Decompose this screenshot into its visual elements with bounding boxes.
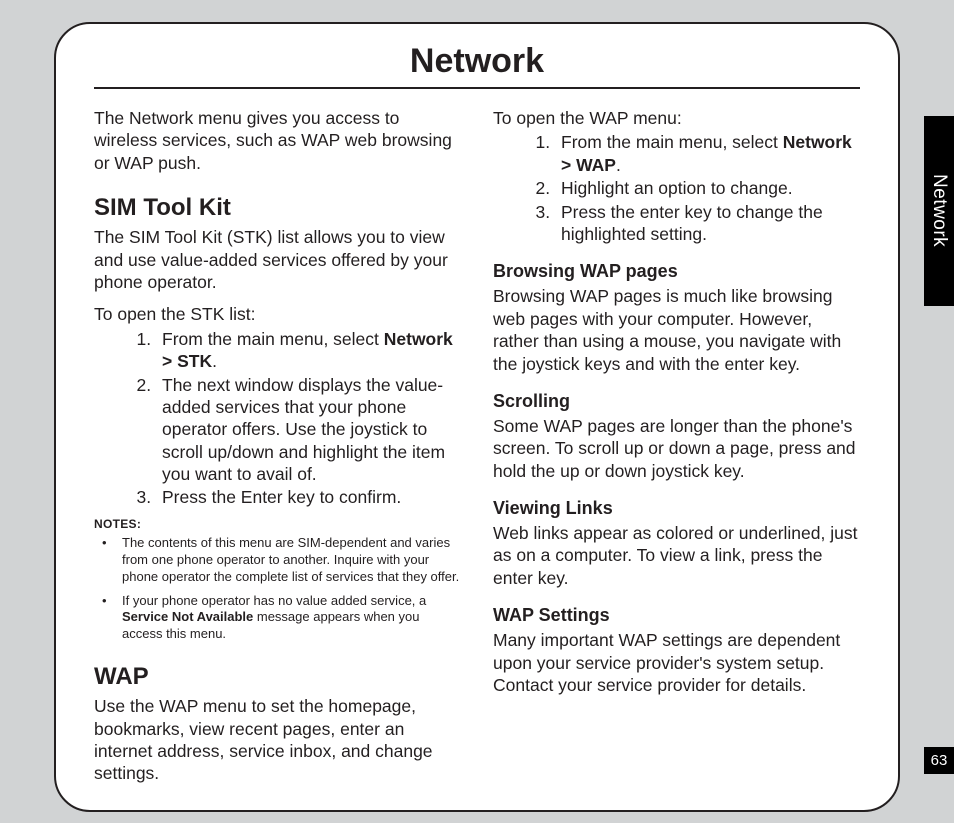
stk-step-1: From the main menu, select Network > STK… <box>156 328 461 373</box>
intro-paragraph: The Network menu gives you access to wir… <box>94 107 461 174</box>
heading-viewing-links: Viewing Links <box>493 498 860 519</box>
stk-step-3: Press the Enter key to confirm. <box>156 486 461 508</box>
note-1: The contents of this menu are SIM-depend… <box>94 535 461 586</box>
content-columns: The Network menu gives you access to wir… <box>94 107 860 795</box>
settings-body: Many important WAP settings are dependen… <box>493 629 860 696</box>
scrolling-body: Some WAP pages are longer than the phone… <box>493 415 860 482</box>
heading-sim-tool-kit: SIM Tool Kit <box>94 194 461 222</box>
links-body: Web links appear as colored or underline… <box>493 522 860 589</box>
wap-description: Use the WAP menu to set the homepage, bo… <box>94 695 461 785</box>
stk-lead: To open the STK list: <box>94 303 461 325</box>
wap-step-1: From the main menu, select Network > WAP… <box>555 131 860 176</box>
page-number: 63 <box>931 752 948 769</box>
page-title: Network <box>94 42 860 89</box>
wap-step-2: Highlight an option to change. <box>555 177 860 199</box>
notes-label: NOTES: <box>94 517 461 531</box>
heading-wap: WAP <box>94 663 461 691</box>
right-column: To open the WAP menu: From the main menu… <box>493 107 860 795</box>
stk-description: The SIM Tool Kit (STK) list allows you t… <box>94 226 461 293</box>
manual-page: Network The Network menu gives you acces… <box>54 22 900 812</box>
page-number-box: 63 <box>924 747 954 774</box>
heading-browsing: Browsing WAP pages <box>493 261 860 282</box>
stk-step-2: The next window displays the value-added… <box>156 374 461 486</box>
note-2: If your phone operator has no value adde… <box>94 593 461 644</box>
heading-wap-settings: WAP Settings <box>493 605 860 626</box>
stk-steps: From the main menu, select Network > STK… <box>156 328 461 509</box>
side-tab-label: Network <box>928 174 950 247</box>
wap-open-lead: To open the WAP menu: <box>493 107 860 129</box>
left-column: The Network menu gives you access to wir… <box>94 107 461 795</box>
wap-step-3: Press the enter key to change the highli… <box>555 201 860 246</box>
wap-open-steps: From the main menu, select Network > WAP… <box>555 131 860 245</box>
browsing-body: Browsing WAP pages is much like browsing… <box>493 285 860 375</box>
notes-list: The contents of this menu are SIM-depend… <box>94 535 461 643</box>
heading-scrolling: Scrolling <box>493 391 860 412</box>
side-tab: Network <box>924 116 954 306</box>
